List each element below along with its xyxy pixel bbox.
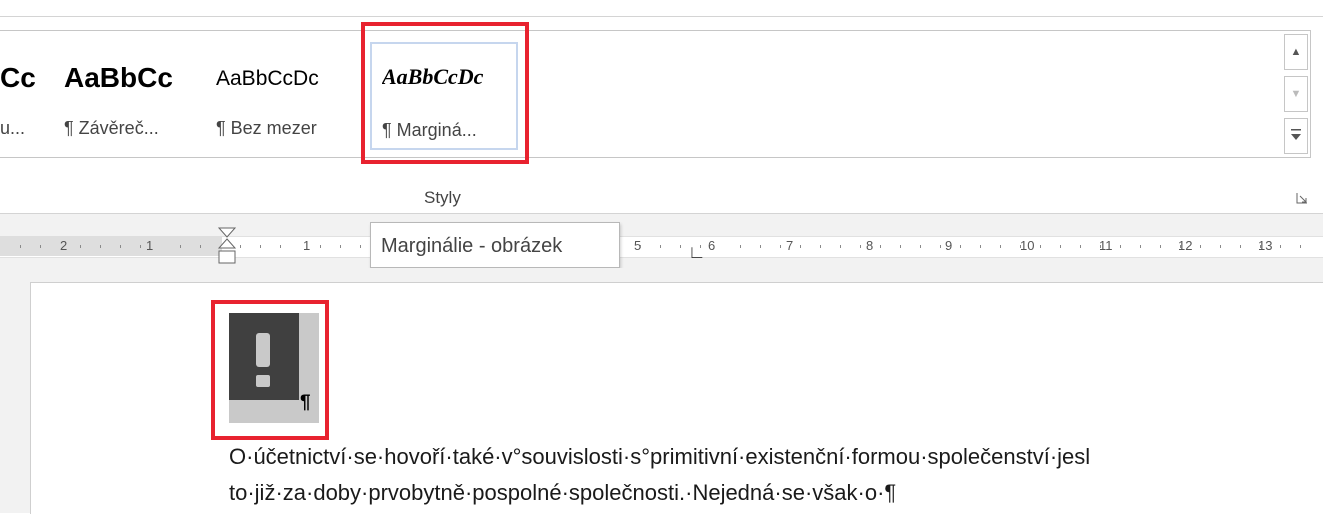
ruler-tick-mark — [1200, 245, 1201, 248]
ruler-tick-mark — [1120, 245, 1121, 248]
ruler-tick-label: 7 — [786, 238, 794, 253]
ruler-tick-mark — [1260, 245, 1261, 248]
style-label: ¶ Závěreč... — [64, 118, 159, 138]
ruler-tick-mark — [960, 245, 961, 248]
ruler-tick-label: 11 — [1099, 238, 1113, 253]
ruler-tick-mark — [180, 245, 181, 248]
ruler-tick-mark — [980, 245, 981, 248]
style-preview: AaBbCcDc — [216, 67, 319, 90]
ruler-tick-mark — [360, 245, 361, 248]
tooltip: Marginálie - obrázek — [370, 222, 620, 268]
more-down-icon — [1290, 128, 1302, 145]
style-preview: Cc — [0, 62, 36, 93]
indent-marker-icon[interactable] — [217, 227, 237, 272]
ruler-tick-mark — [1140, 245, 1141, 248]
ruler-tick-mark — [1300, 245, 1301, 248]
triangle-up-icon: ▲ — [1290, 46, 1302, 58]
ruler-tick-mark — [900, 245, 901, 248]
ruler-tick-label: 1 — [146, 238, 154, 253]
ruler-tick-mark — [240, 245, 241, 248]
style-item-bez-mezer[interactable]: AaBbCcDc ¶ Bez mezer — [210, 36, 356, 154]
ruler-tick-mark — [1060, 245, 1061, 248]
style-item-zavereciny[interactable]: AaBbCc ¶ Závěreč... — [58, 36, 204, 154]
ruler-tick-mark — [660, 245, 661, 248]
ruler-tick-mark — [640, 245, 641, 248]
gallery-scroll-down-button[interactable]: ▼ — [1284, 76, 1308, 112]
ruler-tick-mark — [40, 245, 41, 248]
ruler-tick-mark — [320, 245, 321, 248]
ruler-tick-mark — [760, 245, 761, 248]
document-text-line[interactable]: O·účetnictví·se·hovoří·také·v°souvislost… — [229, 444, 1090, 470]
ruler-tick-mark — [800, 245, 801, 248]
tab-stop-icon[interactable]: ∟ — [688, 242, 706, 263]
ruler-tick-mark — [1180, 245, 1181, 248]
ruler-tick-mark — [280, 245, 281, 248]
ruler-tick-mark — [1100, 245, 1101, 248]
ruler-tick-mark — [740, 245, 741, 248]
ruler-tick-mark — [1240, 245, 1241, 248]
ruler-tick-mark — [1020, 245, 1021, 248]
ruler-tick-mark — [200, 245, 201, 248]
ruler-tick-label: 8 — [866, 238, 874, 253]
gallery-more-button[interactable] — [1284, 118, 1308, 154]
ruler-tick-mark — [940, 245, 941, 248]
document-text-line[interactable]: to·již·za·doby·prvobytně·pospolné·společ… — [229, 480, 896, 506]
ruler-tick-mark — [1220, 245, 1221, 248]
ruler-tick-mark — [920, 245, 921, 248]
highlight-box-image — [211, 300, 329, 440]
ruler-tick-mark — [680, 245, 681, 248]
ruler-tick-mark — [120, 245, 121, 248]
ruler-tick-mark — [1080, 245, 1081, 248]
ruler-tick-mark — [860, 245, 861, 248]
ruler-margin-left — [0, 236, 222, 256]
style-label: ¶ Bez mezer — [216, 118, 317, 138]
ruler-tick-mark — [1000, 245, 1001, 248]
ruler-tick-mark — [100, 245, 101, 248]
ruler-tick-mark — [880, 245, 881, 248]
style-item-partial[interactable]: Cc u... — [0, 36, 56, 154]
ruler-tick-label: 9 — [945, 238, 953, 253]
style-label: u... — [0, 118, 26, 138]
ruler-tick-mark — [80, 245, 81, 248]
ruler-tick-mark — [1160, 245, 1161, 248]
gallery-scroll-up-button[interactable]: ▲ — [1284, 34, 1308, 70]
dialog-launcher-icon[interactable] — [1296, 192, 1308, 207]
ruler-tick-mark — [1280, 245, 1281, 248]
ruler-tick-label: 2 — [60, 238, 68, 253]
ruler-tick-mark — [780, 245, 781, 248]
ruler-tick-mark — [1040, 245, 1041, 248]
ruler-tick-mark — [340, 245, 341, 248]
ruler-tick-label: 10 — [1020, 238, 1035, 253]
triangle-down-icon: ▼ — [1290, 88, 1302, 100]
ruler-tick-mark — [820, 245, 821, 248]
ribbon-top-bar — [0, 0, 1323, 17]
group-label-styles: Styly — [424, 188, 461, 207]
ruler-tick-label: 6 — [708, 238, 716, 253]
style-preview: AaBbCc — [64, 62, 173, 93]
ruler-tick-label: 1 — [303, 238, 311, 253]
highlight-box-style — [361, 22, 529, 164]
ruler-tick-mark — [260, 245, 261, 248]
ruler-tick-mark — [140, 245, 141, 248]
ruler-tick-mark — [20, 245, 21, 248]
ruler-tick-mark — [840, 245, 841, 248]
